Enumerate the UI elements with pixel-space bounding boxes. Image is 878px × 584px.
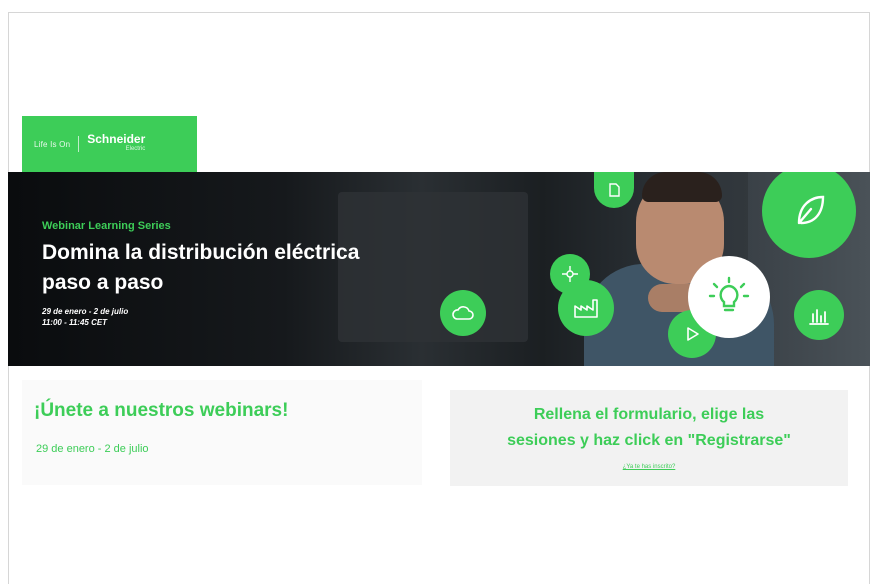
logo-tagline: Life Is On <box>34 139 71 149</box>
person-image-hair <box>642 172 722 202</box>
factory-icon <box>558 280 614 336</box>
form-instructions-line1: Rellena el formulario, elige las <box>533 406 765 423</box>
form-cta-box: Rellena el formulario, elige las sesione… <box>450 390 848 486</box>
form-instructions-line2: sesiones y haz click en "Registrarse" <box>507 432 791 449</box>
logo-divider <box>78 136 80 152</box>
hero-date-range: 29 de enero - 2 de julio <box>42 307 129 316</box>
schneider-logo[interactable]: Life Is On Schneider Electric <box>22 116 197 172</box>
hero-title-line1: Domina la distribución eléctrica <box>42 241 360 264</box>
cloud-sync-icon <box>440 290 486 336</box>
hero-title-line2: paso a paso <box>42 271 164 294</box>
hero-series-label: Webinar Learning Series <box>42 220 171 232</box>
logo-name: Schneider Electric <box>87 133 145 154</box>
join-title: ¡Únete a nuestros webinars! <box>34 400 289 421</box>
document-icon <box>594 172 634 208</box>
hero-title: Domina la distribución eléctrica paso a … <box>42 238 442 298</box>
hero-banner: Webinar Learning Series Domina la distri… <box>8 172 870 366</box>
hero-schedule: 29 de enero - 2 de julio 11:00 - 11:45 C… <box>42 306 128 328</box>
already-registered-link[interactable]: ¿Ya te has inscrito? <box>450 464 848 470</box>
hero-time-range: 11:00 - 11:45 CET <box>42 318 108 327</box>
join-section <box>22 380 422 485</box>
bar-chart-icon <box>794 290 844 340</box>
form-instructions: Rellena el formulario, elige las sesione… <box>450 402 848 454</box>
lightbulb-icon <box>688 256 770 338</box>
join-dates: 29 de enero - 2 de julio <box>36 443 149 455</box>
